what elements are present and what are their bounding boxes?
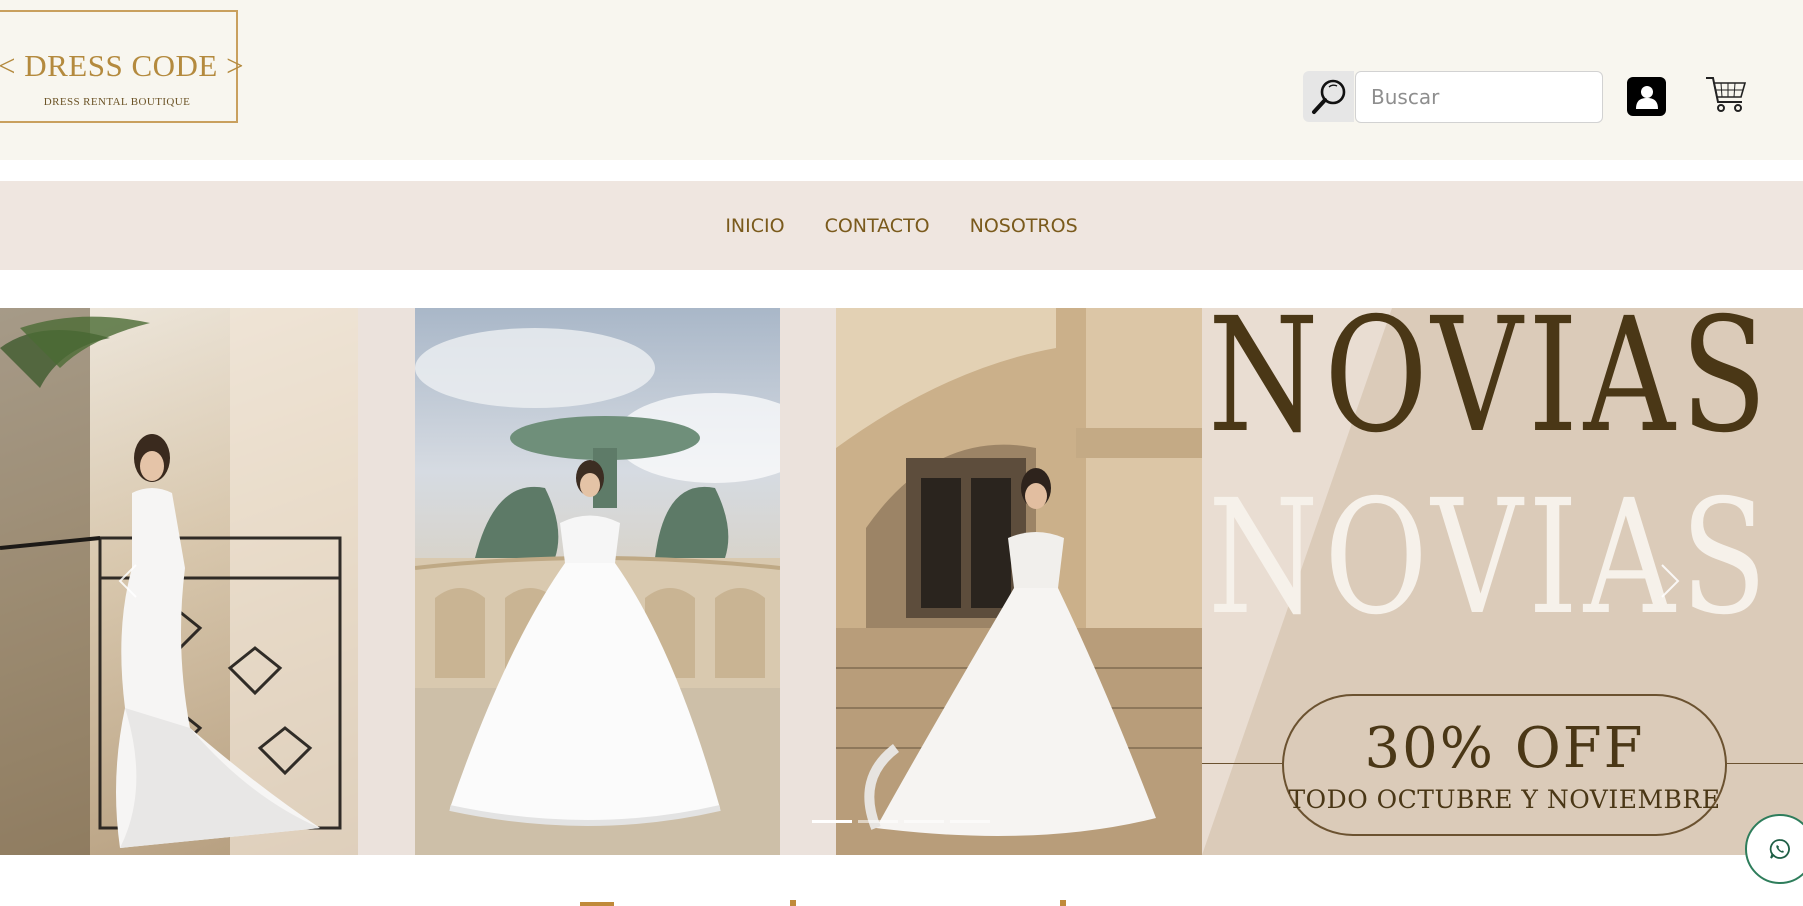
banner-title-light: NOVIAS xyxy=(1208,466,1773,650)
novias-promo-banner: NOVIAS NOVIAS 30% OFF TODO OCTUBRE Y NOV… xyxy=(1202,308,1803,855)
promo-pill: 30% OFF TODO OCTUBRE Y NOVIEMBRE xyxy=(1282,694,1727,836)
chevron-right-icon xyxy=(1661,564,1680,598)
carousel-prev-button[interactable] xyxy=(108,561,148,601)
promo-line-left xyxy=(1202,763,1282,764)
banner-title-dark: NOVIAS xyxy=(1208,308,1773,468)
carousel-indicators xyxy=(812,820,990,823)
promo-period: TODO OCTUBRE Y NOVIEMBRE xyxy=(1288,785,1721,814)
carousel-indicator[interactable] xyxy=(812,820,852,823)
promo-line-right xyxy=(1727,763,1803,764)
promo-discount: 30% OFF xyxy=(1364,716,1645,781)
user-account-button[interactable] xyxy=(1627,77,1666,116)
main-nav: INICIO CONTACTO NOSOTROS xyxy=(0,181,1803,270)
hero-carousel[interactable]: NOVIAS NOVIAS 30% OFF TODO OCTUBRE Y NOV… xyxy=(0,308,1803,855)
carousel-next-button[interactable] xyxy=(1650,561,1690,601)
whatsapp-button[interactable] xyxy=(1745,814,1803,884)
logo-subtitle: DRESS RENTAL BOUTIQUE xyxy=(43,96,191,108)
whatsapp-icon xyxy=(1769,839,1790,859)
bride-balcony-image xyxy=(0,308,358,855)
site-header: < DRESS CODE > DRESS RENTAL BOUTIQUE xyxy=(0,0,1803,160)
logo-title: < DRESS CODE > xyxy=(0,48,245,83)
cart-icon xyxy=(1706,77,1747,112)
search-button[interactable] xyxy=(1303,71,1354,122)
user-icon xyxy=(1635,85,1658,109)
nav-item-nosotros[interactable]: NOSOTROS xyxy=(970,215,1078,237)
magnifier-icon xyxy=(1311,79,1345,114)
bride-fountain-image xyxy=(415,308,780,855)
cart-button[interactable] xyxy=(1703,71,1749,117)
carousel-indicator[interactable] xyxy=(858,820,898,823)
search-input[interactable] xyxy=(1355,71,1603,123)
nav-item-inicio[interactable]: INICIO xyxy=(725,215,784,237)
nav-item-contacto[interactable]: CONTACTO xyxy=(825,215,930,237)
carousel-indicator[interactable] xyxy=(950,820,990,823)
chevron-left-icon xyxy=(118,564,137,598)
section-title xyxy=(580,890,1140,906)
logo[interactable]: < DRESS CODE > DRESS RENTAL BOUTIQUE xyxy=(0,10,245,123)
bride-arches-image xyxy=(836,308,1202,855)
carousel-indicator[interactable] xyxy=(904,820,944,823)
